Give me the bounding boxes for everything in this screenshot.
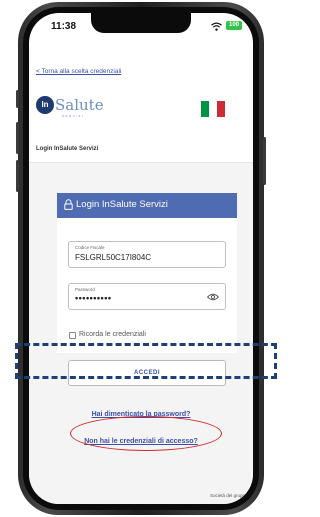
flag-stripe-red bbox=[217, 101, 225, 117]
logo-mark-text: In bbox=[41, 100, 49, 109]
eye-icon[interactable] bbox=[207, 293, 219, 301]
logo-wordmark: Salute bbox=[55, 96, 104, 114]
highlight-dashed-box bbox=[15, 343, 277, 379]
password-input[interactable]: •••••••••• bbox=[75, 293, 215, 303]
screenshot: 11:38 100 < Torna alla scelta credenzial… bbox=[0, 0, 281, 517]
flag-stripe-white bbox=[209, 101, 217, 117]
status-time: 11:38 bbox=[51, 21, 77, 32]
flag-stripe-green bbox=[201, 101, 209, 117]
footer-text: Società del gruppo bbox=[210, 493, 248, 498]
login-card-title: Login InSalute Servizi bbox=[76, 199, 168, 210]
italian-flag-icon[interactable] bbox=[201, 101, 225, 117]
side-button bbox=[16, 160, 19, 192]
remember-credentials-checkbox[interactable] bbox=[69, 332, 76, 339]
highlight-red-ellipse bbox=[70, 416, 222, 451]
codice-fiscale-field[interactable]: Codice Fiscale bbox=[68, 241, 226, 268]
logo-subtitle: SERVIZI bbox=[62, 114, 85, 118]
password-label: Password bbox=[75, 287, 95, 292]
codice-fiscale-input[interactable] bbox=[75, 253, 215, 262]
side-button bbox=[16, 122, 19, 154]
password-field[interactable]: Password •••••••••• bbox=[68, 283, 226, 310]
battery-level: 100 bbox=[228, 22, 239, 28]
lock-icon bbox=[64, 199, 73, 210]
page-title: Login InSalute Servizi bbox=[36, 146, 99, 152]
side-button bbox=[16, 90, 19, 108]
wifi-icon bbox=[211, 22, 222, 31]
side-button bbox=[263, 137, 266, 185]
battery-icon: 100 bbox=[226, 21, 242, 30]
notch bbox=[91, 13, 191, 33]
codice-fiscale-label: Codice Fiscale bbox=[75, 245, 105, 250]
insalute-logo-icon: In bbox=[36, 96, 54, 114]
back-to-credentials-link[interactable]: < Torna alla scelta credenziali bbox=[36, 68, 121, 75]
remember-credentials-label: Ricorda le credenziali bbox=[79, 331, 146, 338]
